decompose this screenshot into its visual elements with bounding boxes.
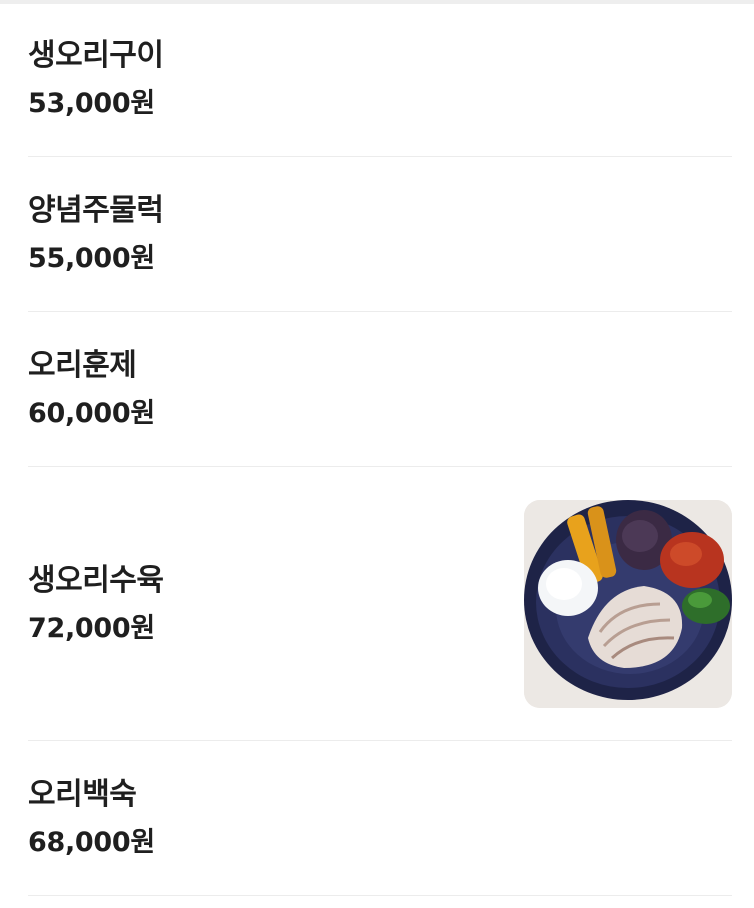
menu-item-price: 72,000원 [28,613,155,644]
menu-item-price: 60,000원 [28,398,155,429]
menu-item-name: 생오리구이 [28,38,164,73]
menu-item-name: 오리훈제 [28,348,137,383]
menu-item-name: 양념주물럭 [28,193,164,228]
menu-item-ori-hunje[interactable]: 오리훈제 60,000원 [28,312,732,467]
menu-item-name: 생오리수육 [28,563,164,598]
menu-item-yangnyeom-jumulleok[interactable]: 양념주물럭 55,000원 [28,157,732,312]
menu-item-saeng-ori-suyuk[interactable]: 생오리수육 72,000원 [28,467,732,741]
menu-item-ori-baeksuk[interactable]: 오리백숙 68,000원 [28,741,732,896]
menu-item-price: 68,000원 [28,827,155,858]
menu-item-saeng-ori-gui[interactable]: 생오리구이 53,000원 [28,0,732,157]
menu-item-price: 55,000원 [28,243,155,274]
duck-suyuk-dish-photo[interactable] [524,500,732,708]
dish-photo-illustration [524,500,732,708]
menu-item-price: 53,000원 [28,88,155,119]
menu-item-name: 오리백숙 [28,777,137,812]
